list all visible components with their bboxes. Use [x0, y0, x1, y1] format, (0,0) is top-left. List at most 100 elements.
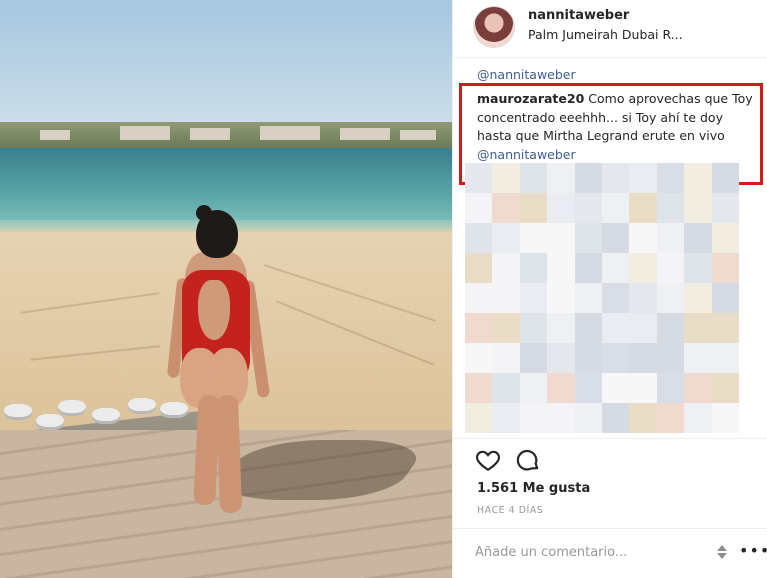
pixel-block	[684, 283, 712, 313]
pixel-block	[574, 373, 602, 403]
pixel-block	[601, 313, 630, 343]
pixel-block	[711, 223, 739, 253]
pixel-block	[684, 253, 712, 283]
pixel-block	[711, 283, 739, 313]
pixel-block	[519, 313, 548, 343]
pixel-block	[629, 193, 657, 223]
pixel-block	[601, 343, 630, 373]
pixel-block	[547, 313, 575, 343]
pixel-block	[629, 253, 657, 283]
pixel-block	[465, 373, 493, 403]
post-actions: 1.561 Me gusta HACE 4 DÍAS	[453, 438, 767, 528]
pixel-block	[465, 223, 493, 253]
comment-mention[interactable]: @nannitaweber	[477, 146, 757, 165]
pixel-block	[492, 163, 520, 193]
pixel-block	[656, 373, 685, 403]
pixel-block	[492, 283, 520, 313]
pixel-block	[492, 223, 520, 253]
pixel-block	[656, 163, 685, 193]
pixel-block	[492, 253, 520, 283]
pixel-block	[547, 163, 575, 193]
post-username[interactable]: nannitaweber	[528, 8, 629, 23]
pixel-block	[629, 403, 657, 433]
pixel-block	[547, 283, 575, 313]
pixel-block	[492, 313, 520, 343]
add-comment-input[interactable]	[475, 541, 705, 563]
post-sidebar: nannitaweber Palm Jumeirah Dubai R... @n…	[452, 0, 767, 578]
likes-count[interactable]: 1.561 Me gusta	[477, 481, 590, 496]
pixel-block	[684, 313, 712, 343]
pixel-block	[519, 193, 548, 223]
post-photo	[0, 0, 452, 578]
comment-icon[interactable]	[515, 447, 541, 473]
pixel-block	[465, 403, 493, 433]
pixel-block	[629, 373, 657, 403]
pixel-block	[601, 163, 630, 193]
pixel-block	[684, 403, 712, 433]
pixel-block	[601, 373, 630, 403]
pixel-block	[519, 223, 548, 253]
pixel-block	[465, 313, 493, 343]
comment-username[interactable]: maurozarate20	[477, 91, 584, 106]
avatar[interactable]	[473, 6, 515, 48]
pixel-block	[465, 253, 493, 283]
photo-skyline	[0, 122, 452, 148]
pixel-block	[656, 343, 685, 373]
stepper-icon[interactable]	[715, 543, 729, 561]
pixel-block	[519, 253, 548, 283]
pixel-block	[684, 163, 712, 193]
pixel-block	[629, 313, 657, 343]
pixel-block	[492, 343, 520, 373]
pixel-block	[601, 223, 630, 253]
pixel-block	[547, 403, 575, 433]
pixel-block	[711, 313, 739, 343]
pixel-block	[601, 283, 630, 313]
pixel-block	[601, 193, 630, 223]
pixel-block	[711, 193, 739, 223]
pixel-block	[574, 193, 602, 223]
pixel-block	[656, 193, 685, 223]
pixel-block	[711, 253, 739, 283]
pixel-block	[574, 163, 602, 193]
heart-icon[interactable]	[475, 447, 501, 473]
post-time: HACE 4 DÍAS	[477, 505, 544, 516]
more-options-icon[interactable]: •••	[739, 541, 767, 560]
mention-link[interactable]: @nannitaweber	[477, 67, 576, 82]
pixel-block	[656, 403, 685, 433]
pixel-block	[547, 193, 575, 223]
pixel-block	[656, 253, 685, 283]
pixel-block	[492, 373, 520, 403]
highlighted-comment: maurozarate20 Como aprovechas que Toy co…	[477, 90, 757, 164]
pixel-block	[711, 403, 739, 433]
pixel-block	[547, 343, 575, 373]
pixel-block	[465, 163, 493, 193]
pixel-block	[574, 403, 602, 433]
pixel-block	[684, 373, 712, 403]
pixel-block	[492, 403, 520, 433]
post-location[interactable]: Palm Jumeirah Dubai R...	[528, 27, 683, 42]
pixel-block	[547, 373, 575, 403]
pixel-block	[656, 313, 685, 343]
pixel-block	[629, 223, 657, 253]
pixel-block	[574, 313, 602, 343]
photo-sky	[0, 0, 452, 140]
pixel-block	[519, 343, 548, 373]
pixel-block	[629, 283, 657, 313]
pixel-block	[519, 373, 548, 403]
pixel-block	[465, 193, 493, 223]
pixel-block	[465, 343, 493, 373]
pixelated-comments	[465, 163, 739, 433]
pixel-block	[711, 343, 739, 373]
pixel-block	[492, 193, 520, 223]
pixel-block	[684, 223, 712, 253]
pixel-block	[547, 253, 575, 283]
pixel-block	[684, 193, 712, 223]
pixel-block	[656, 223, 685, 253]
pixel-block	[601, 403, 630, 433]
pixel-block	[574, 343, 602, 373]
pixel-block	[519, 283, 548, 313]
pixel-block	[711, 373, 739, 403]
pixel-block	[465, 283, 493, 313]
pixel-block	[601, 253, 630, 283]
pixel-block	[519, 403, 548, 433]
